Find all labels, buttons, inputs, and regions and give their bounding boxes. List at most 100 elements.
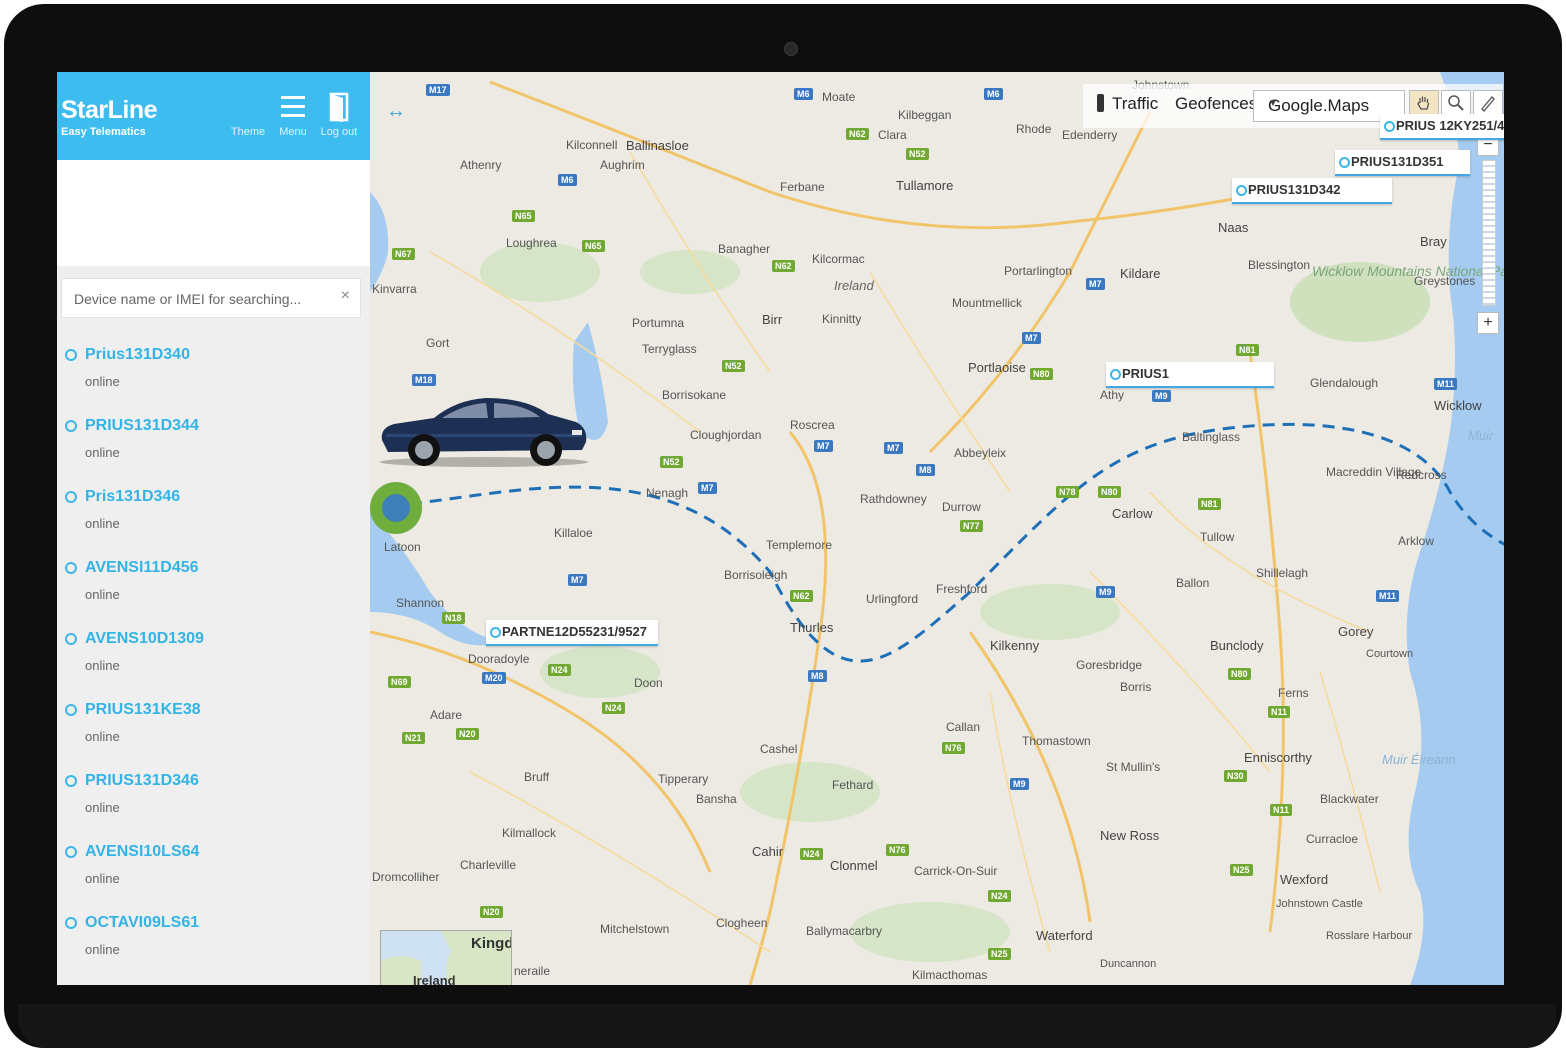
place-label: Thurles	[790, 620, 834, 635]
device-status: online	[85, 445, 120, 460]
device-name: OCTAVI09LS61	[85, 914, 200, 931]
map-vehicle-label[interactable]: PARTNE12D55231/9527	[486, 620, 658, 646]
device-item[interactable]: Pris131D346 online	[57, 474, 370, 545]
device-item[interactable]: Prius131D340 online	[57, 332, 370, 403]
theme-button[interactable]: Theme	[228, 88, 268, 144]
road-badge: N81	[1198, 498, 1221, 510]
ruler-icon	[1481, 96, 1495, 112]
place-label: Carlow	[1112, 506, 1153, 521]
device-status-icon	[65, 704, 77, 716]
vehicle-dot-icon	[1110, 369, 1121, 380]
app-screen: StarLine Easy Telematics Theme Menu Log …	[57, 72, 1504, 985]
zoom-in-button[interactable]: +	[1477, 312, 1499, 334]
road-badge: N65	[512, 210, 535, 222]
magnifier-icon	[1448, 95, 1464, 111]
place-label: Dromcolliher	[372, 870, 440, 884]
map-vehicle-label[interactable]: PRIUS131D342	[1232, 178, 1392, 204]
device-item[interactable]: AVENS10D1309 online	[57, 616, 370, 687]
place-label: Kilmacthomas	[912, 968, 988, 982]
road-badge: N25	[988, 948, 1011, 960]
current-position-marker[interactable]	[370, 482, 422, 534]
map-vehicle-name: PRIUS131D351	[1351, 154, 1444, 169]
place-label: Courtown	[1366, 648, 1414, 660]
place-label: Thomastown	[1022, 734, 1091, 748]
map-vehicle-name: PRIUS131D342	[1248, 182, 1341, 197]
place-label: Ireland	[834, 278, 874, 293]
device-name: AVENSI11D456	[85, 559, 199, 576]
place-label: Wexford	[1280, 872, 1329, 887]
road-badge: M6	[984, 88, 1003, 100]
device-item[interactable]: AVENSI11D456 online	[57, 545, 370, 616]
place-label: Templemore	[766, 538, 833, 552]
place-label: Clogheen	[716, 916, 768, 930]
road-badge: N77	[960, 520, 983, 532]
device-status-icon	[65, 917, 77, 929]
device-item[interactable]: PRIUS131KE38 online	[57, 687, 370, 758]
place-label: Baltinglass	[1182, 430, 1241, 444]
logout-button[interactable]: Log out	[319, 88, 359, 144]
map-vehicle-label[interactable]: PRIUS1	[1106, 362, 1274, 388]
map-background	[370, 72, 1504, 985]
road-badge: N11	[1270, 804, 1293, 816]
road-badge: M9	[1152, 390, 1171, 402]
road-badge: M6	[794, 88, 813, 100]
place-label: Rosslare Harbour	[1326, 930, 1413, 942]
place-label: Bruff	[524, 770, 550, 784]
road-badge: N20	[456, 728, 479, 740]
traffic-toggle[interactable]: Traffic	[1097, 94, 1158, 114]
map-vehicle-label[interactable]: PRIUS131D351	[1335, 150, 1470, 176]
geofences-toggle[interactable]: Geofences	[1175, 94, 1257, 114]
vehicle-dot-icon	[1339, 157, 1350, 168]
dropdown-arrow-icon: ▼	[1268, 98, 1278, 109]
traffic-light-icon	[1097, 94, 1104, 112]
search-input[interactable]	[72, 287, 326, 311]
road-badge: M8	[916, 464, 935, 476]
place-label: Durrow	[942, 500, 981, 514]
device-item[interactable]: OCTAVI09LS61 online	[57, 900, 370, 971]
device-status: online	[85, 516, 120, 531]
road-badge: M7	[1086, 278, 1105, 290]
device-item[interactable]: PRIUS131D344 online	[57, 403, 370, 474]
map-vehicle-label[interactable]: PRIUS 12KY251/4	[1380, 114, 1504, 140]
map-vehicle-name: PRIUS1	[1122, 366, 1169, 381]
device-name: PRIUS131D346	[85, 772, 199, 789]
overview-minimap[interactable]: Kingd Ireland	[380, 930, 512, 985]
device-name: Prius131D340	[85, 346, 190, 363]
place-label: Enniscorthy	[1244, 750, 1312, 765]
park-label: Wicklow Mountains National Park	[1312, 263, 1504, 279]
place-label: Terryglass	[642, 342, 697, 356]
device-item[interactable]: PRIUS131D346 online	[57, 758, 370, 829]
laptop-bottom-bezel	[18, 1004, 1556, 1048]
device-status: online	[85, 942, 120, 957]
device-item[interactable]: AVENSI10LS64 online	[57, 829, 370, 900]
green-area	[740, 762, 880, 822]
road-badge: N52	[906, 148, 929, 160]
bay-west	[370, 192, 389, 292]
place-label: Blackwater	[1320, 792, 1379, 806]
place-label: Tullow	[1200, 530, 1235, 544]
place-label: New Ross	[1100, 828, 1160, 843]
road-badge: M6	[558, 174, 577, 186]
zoom-slider[interactable]	[1482, 160, 1496, 306]
road-badge: N24	[548, 664, 571, 676]
map-view[interactable]: M17 M6 M6 N62 N52 M6 N65 N65 N67 N62 M7 …	[370, 72, 1504, 985]
road-badge: N80	[1228, 668, 1251, 680]
place-label: Cahir	[752, 844, 784, 859]
place-label: Shannon	[396, 596, 445, 610]
clear-search-icon[interactable]: ×	[341, 287, 350, 305]
place-label: Ferbane	[780, 180, 825, 194]
logout-door-icon	[329, 92, 349, 122]
place-label: Adare	[430, 708, 463, 722]
road-badge: M9	[1010, 778, 1029, 790]
device-name: PRIUS131KE38	[85, 701, 201, 718]
menu-button[interactable]: Menu	[273, 88, 313, 144]
place-label: Greystones	[1414, 274, 1476, 288]
road-badge: N24	[988, 890, 1011, 902]
device-list: Prius131D340 online PRIUS131D344 online …	[57, 332, 370, 971]
place-label: Fethard	[832, 778, 874, 792]
road-badge: M7	[568, 574, 587, 586]
geofences-label: Geofences	[1175, 94, 1258, 113]
place-label: Carrick-On-Suir	[914, 864, 998, 878]
expand-map-icon[interactable]: ↔	[386, 100, 406, 123]
road-badge: N78	[1056, 486, 1079, 498]
